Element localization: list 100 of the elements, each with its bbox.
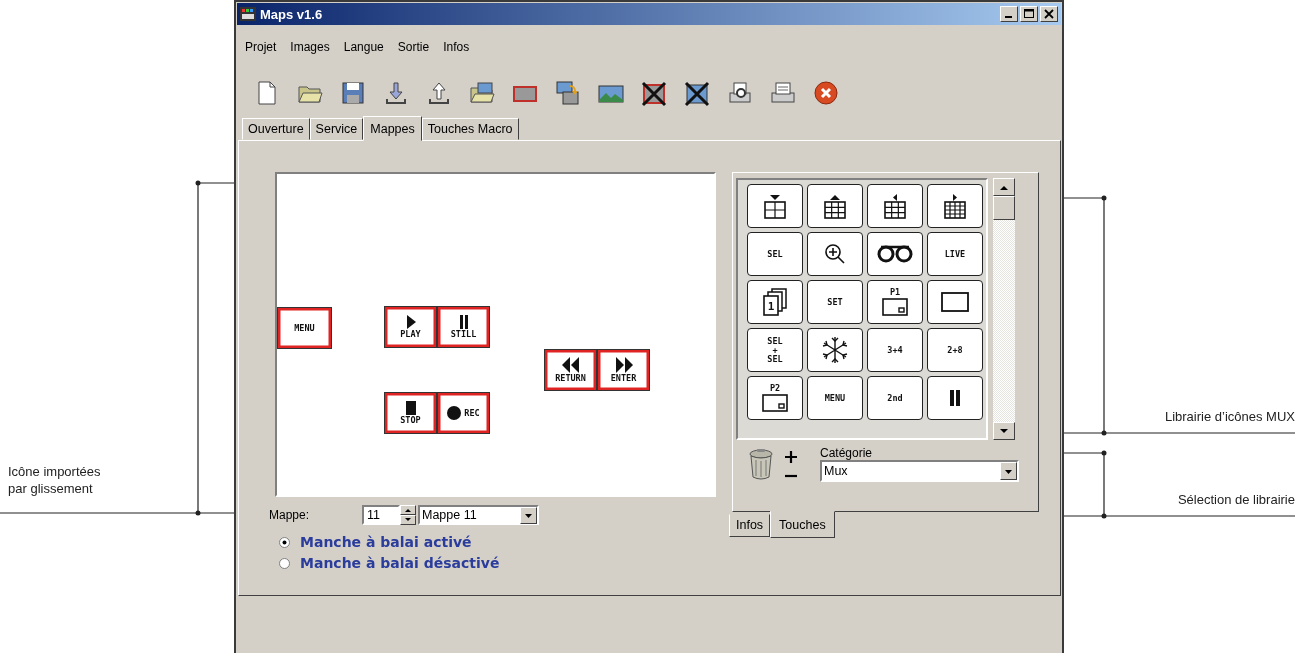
menu-item[interactable]: Projet bbox=[245, 40, 277, 60]
key-button[interactable]: 2nd bbox=[867, 376, 923, 420]
grid-icon bbox=[882, 193, 908, 219]
key-label: MENU bbox=[824, 393, 846, 403]
tape-icon bbox=[877, 245, 913, 263]
map-key[interactable]: RETURN bbox=[544, 349, 597, 391]
key-button[interactable]: 2+8 bbox=[927, 328, 983, 372]
key-label: P1 bbox=[889, 288, 901, 297]
key-button[interactable]: 3+4 bbox=[867, 328, 923, 372]
key-button[interactable] bbox=[807, 328, 863, 372]
minimize-icon[interactable] bbox=[1000, 6, 1018, 22]
radio-label[interactable]: Manche à balai désactivé bbox=[300, 555, 500, 571]
crossed-frame-icon[interactable] bbox=[640, 79, 668, 107]
key-label: STILL bbox=[450, 330, 477, 339]
tab[interactable]: Service bbox=[309, 118, 364, 140]
key-button[interactable] bbox=[927, 376, 983, 420]
radio-button[interactable] bbox=[279, 557, 290, 569]
key-label: ENTER bbox=[610, 374, 637, 383]
fast-forward-icon bbox=[614, 357, 633, 373]
key-button[interactable] bbox=[927, 184, 983, 228]
app-icon bbox=[240, 7, 256, 21]
play-icon bbox=[405, 315, 416, 329]
map-key[interactable]: REC bbox=[437, 392, 490, 434]
key-button[interactable] bbox=[867, 184, 923, 228]
key-button[interactable]: MENU bbox=[807, 376, 863, 420]
map-label: Mappe: bbox=[269, 508, 311, 522]
spin-down-button[interactable] bbox=[400, 515, 416, 525]
key-label: SET bbox=[826, 297, 844, 307]
scroll-up-button[interactable] bbox=[993, 178, 1015, 196]
key-button[interactable]: P1 bbox=[867, 280, 923, 324]
spin-up-button[interactable] bbox=[400, 505, 416, 515]
menu-item[interactable]: Images bbox=[290, 40, 330, 60]
key-label: LIVE bbox=[944, 249, 966, 259]
key-button[interactable]: SEL bbox=[747, 232, 803, 276]
map-canvas[interactable]: MENU PLAY STILL RETURN ENTER STOP REC bbox=[275, 172, 716, 497]
stop-icon bbox=[405, 401, 416, 415]
map-key[interactable]: STOP bbox=[384, 392, 437, 434]
key-button[interactable] bbox=[927, 280, 983, 324]
annotation-text: Icône importées par glissement bbox=[8, 463, 102, 497]
annotation-text: Librairie d’icônes MUX bbox=[1164, 408, 1295, 425]
category-label: Catégorie bbox=[820, 446, 874, 460]
category-dropdown[interactable]: Mux bbox=[820, 460, 1019, 482]
key-label: STOP bbox=[400, 416, 421, 425]
tab[interactable]: Mappes bbox=[363, 116, 422, 141]
remove-icon[interactable] bbox=[784, 474, 798, 478]
scroll-down-button[interactable] bbox=[993, 422, 1015, 440]
key-button[interactable] bbox=[807, 232, 863, 276]
scroll-thumb[interactable] bbox=[993, 196, 1015, 220]
radio-button[interactable] bbox=[279, 536, 290, 548]
key-button[interactable] bbox=[747, 184, 803, 228]
map-key[interactable]: MENU bbox=[277, 307, 332, 349]
map-dropdown[interactable]: Mappe 11 bbox=[418, 505, 539, 525]
map-number-field[interactable]: 11 bbox=[362, 505, 400, 525]
rewind-icon bbox=[561, 357, 580, 373]
trash-icon[interactable] bbox=[748, 448, 774, 480]
record-icon bbox=[447, 406, 462, 420]
snowflake-icon bbox=[821, 336, 849, 364]
grid-icon bbox=[762, 193, 788, 219]
tab[interactable]: Ouverture bbox=[242, 118, 310, 140]
map-key[interactable]: PLAY bbox=[384, 306, 437, 348]
close-icon[interactable] bbox=[812, 79, 840, 107]
crossed-image-icon[interactable] bbox=[683, 79, 711, 107]
map-key[interactable]: ENTER bbox=[597, 349, 650, 391]
save-icon[interactable] bbox=[339, 79, 367, 107]
key-label: 2nd bbox=[886, 393, 904, 403]
key-label: P2 bbox=[769, 384, 781, 393]
key-label: REC bbox=[464, 408, 480, 418]
key-label: PLAY bbox=[400, 330, 421, 339]
add-icon[interactable] bbox=[784, 450, 798, 464]
pause-icon bbox=[458, 315, 469, 329]
screen-icon bbox=[941, 292, 969, 312]
close-icon[interactable] bbox=[1040, 6, 1058, 22]
map-key[interactable]: STILL bbox=[437, 306, 490, 348]
zoom-in-icon bbox=[823, 242, 847, 266]
window-title: Maps v1.6 bbox=[260, 6, 324, 22]
menu-item[interactable]: Infos bbox=[443, 40, 470, 60]
annotation-text: Sélection de librairie bbox=[1177, 491, 1295, 508]
key-button[interactable]: P2 bbox=[747, 376, 803, 420]
maximize-icon[interactable] bbox=[1020, 6, 1038, 22]
scrollbar-track[interactable] bbox=[993, 178, 1015, 440]
pause-icon bbox=[949, 390, 961, 406]
radio-label[interactable]: Manche à balai activé bbox=[300, 534, 472, 550]
menu-item[interactable]: Langue bbox=[343, 40, 384, 60]
up-arrow-icon bbox=[1000, 184, 1008, 190]
key-button[interactable]: SET bbox=[807, 280, 863, 324]
key-button[interactable] bbox=[867, 232, 923, 276]
key-label: SEL + SEL bbox=[766, 336, 784, 364]
tab[interactable]: Touches bbox=[770, 511, 835, 538]
key-button[interactable]: SEL + SEL bbox=[747, 328, 803, 372]
key-label: RETURN bbox=[555, 374, 586, 383]
grid-icon bbox=[822, 193, 848, 219]
key-button[interactable] bbox=[807, 184, 863, 228]
key-button[interactable]: LIVE bbox=[927, 232, 983, 276]
screen-icon bbox=[762, 394, 788, 412]
tab[interactable]: Touches Macro bbox=[421, 118, 519, 140]
key-label: 3+4 bbox=[886, 345, 904, 355]
key-button[interactable]: 1 bbox=[747, 280, 803, 324]
image-import-icon[interactable] bbox=[554, 79, 582, 107]
menu-item[interactable]: Sortie bbox=[397, 40, 430, 60]
key-label: SEL bbox=[766, 249, 784, 259]
